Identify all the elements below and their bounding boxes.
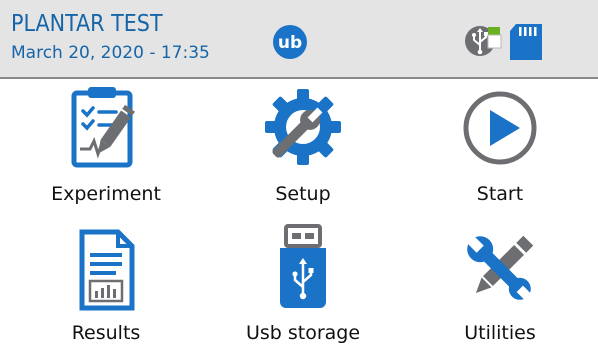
document-chart-icon: [79, 229, 135, 311]
menu-usb-storage[interactable]: Usb storage: [213, 222, 393, 352]
app-title: PLANTAR TEST: [11, 11, 163, 37]
menu-label: Experiment: [51, 183, 161, 205]
tools-icon: [465, 234, 534, 302]
clipboard-icon: [71, 87, 135, 168]
menu-experiment[interactable]: Experiment: [16, 82, 196, 212]
menu-label: Results: [71, 322, 141, 344]
sd-card-icon: [510, 24, 542, 60]
menu-label: Setup: [275, 183, 331, 205]
svg-text:ub: ub: [278, 33, 302, 53]
menu-start[interactable]: Start: [410, 82, 590, 212]
gear-wrench-icon: [265, 89, 341, 165]
usb-drive-icon: [280, 224, 326, 308]
menu-label: Utilities: [464, 322, 536, 344]
menu-setup[interactable]: Setup: [213, 82, 393, 212]
play-icon: [463, 91, 537, 165]
menu-utilities[interactable]: Utilities: [410, 222, 590, 352]
menu-label: Start: [476, 183, 524, 205]
usb-connected-icon: [465, 26, 502, 56]
ub-logo-icon: ub: [273, 25, 307, 59]
menu-results[interactable]: Results: [16, 222, 196, 352]
status-header: PLANTAR TEST March 20, 2020 - 17:35 ub: [0, 0, 598, 79]
date-time: March 20, 2020 - 17:35: [11, 43, 210, 63]
menu-label: Usb storage: [245, 322, 361, 344]
